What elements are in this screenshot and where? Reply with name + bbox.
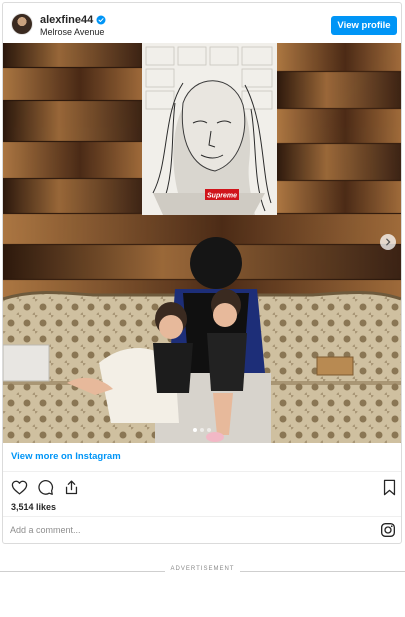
carousel-dot [200, 428, 204, 432]
comment-button[interactable] [35, 477, 55, 497]
action-bar [9, 477, 81, 497]
post-photo-artwork: Supreme [3, 43, 401, 443]
advertisement-divider: ADVERTISEMENT [0, 566, 405, 576]
carousel-dot [207, 428, 211, 432]
heart-icon [11, 480, 27, 495]
divider [3, 471, 401, 472]
view-more-link[interactable]: View more on Instagram [11, 451, 121, 462]
location[interactable]: Melrose Avenue [40, 27, 104, 37]
instagram-embed-card: alexfine44 Melrose Avenue View profile S… [2, 2, 402, 544]
supreme-sign-text: Supreme [207, 193, 237, 200]
carousel-dots [3, 428, 401, 432]
save-button[interactable] [379, 477, 399, 497]
view-profile-button[interactable]: View profile [331, 16, 397, 35]
comment-input[interactable] [10, 522, 350, 538]
bookmark-icon [383, 479, 395, 495]
username-row: alexfine44 [40, 13, 106, 26]
share-icon [65, 479, 77, 494]
like-button[interactable] [9, 477, 29, 497]
username[interactable]: alexfine44 [40, 14, 93, 26]
comment-icon [37, 479, 53, 495]
post-header: alexfine44 Melrose Avenue View profile [3, 3, 401, 43]
divider [3, 516, 401, 517]
carousel-next-button[interactable] [380, 234, 396, 250]
chevron-right-icon [386, 238, 391, 246]
share-button[interactable] [61, 477, 81, 497]
verified-badge-icon [96, 15, 106, 24]
post-photo[interactable]: Supreme [3, 43, 401, 443]
instagram-icon[interactable] [380, 522, 396, 538]
like-count[interactable]: 3,514 likes [11, 502, 56, 512]
carousel-dot [193, 428, 197, 432]
advertisement-label: ADVERTISEMENT [170, 566, 235, 572]
avatar[interactable] [11, 13, 33, 35]
